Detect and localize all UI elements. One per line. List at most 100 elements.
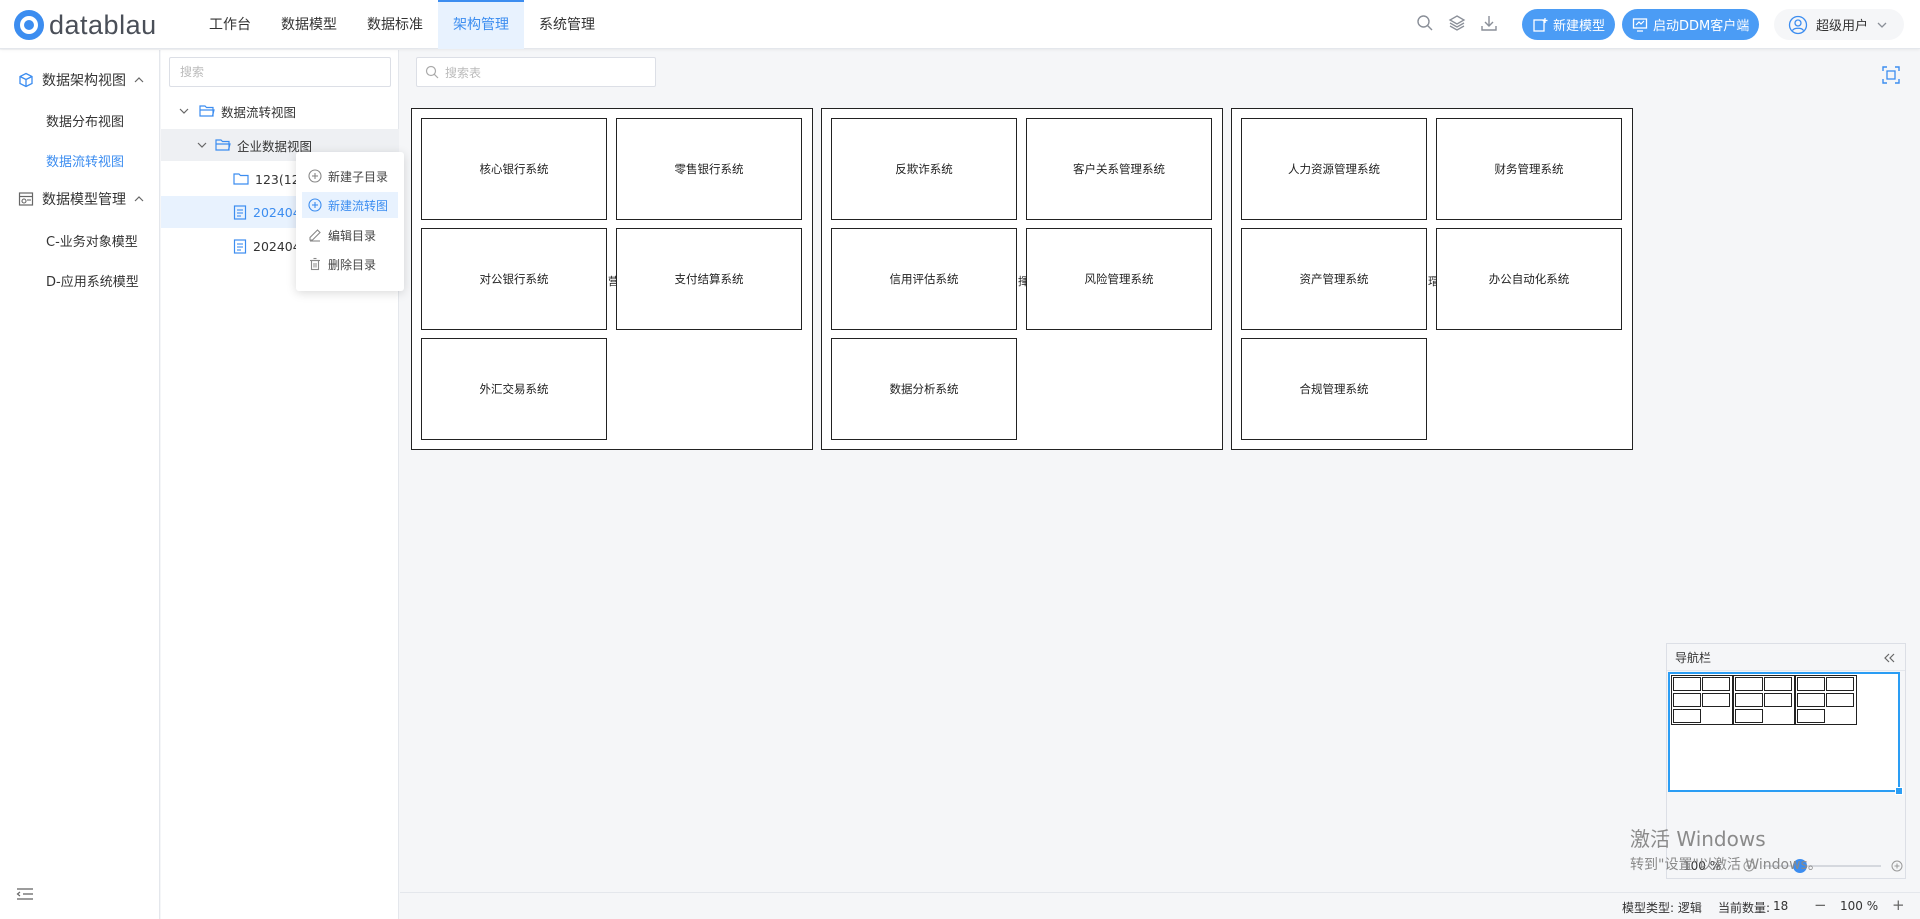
system-node[interactable]: 外汇交易系统 <box>421 338 607 440</box>
system-node[interactable]: 数据分析系统 <box>831 338 1017 440</box>
new-model-label: 新建模型 <box>1553 19 1606 34</box>
collapse-menu-icon[interactable] <box>16 887 34 901</box>
system-node[interactable]: 支付结算系统 <box>616 228 802 330</box>
folder-open-icon <box>215 139 231 151</box>
sidebar-group-architecture[interactable]: 数据架构视图 <box>18 70 144 90</box>
fit-screen-icon[interactable] <box>1882 66 1900 84</box>
chevron-down-icon[interactable] <box>197 140 207 150</box>
search-icon <box>425 65 439 79</box>
minimap-node <box>1826 693 1854 707</box>
nav-item-system[interactable]: 系统管理 <box>524 0 610 49</box>
system-node[interactable]: 反欺诈系统 <box>831 118 1017 220</box>
ddm-client-label: 启动DDM客户端 <box>1653 19 1750 34</box>
monitor-icon <box>1632 17 1648 32</box>
top-icons <box>1415 13 1499 33</box>
zoom-in-icon[interactable] <box>1891 860 1903 872</box>
minimap-viewport[interactable] <box>1668 672 1903 795</box>
sidebar-group-label: 数据模型管理 <box>42 192 126 208</box>
chevron-down-icon <box>1877 22 1887 28</box>
minimap-node <box>1735 677 1763 691</box>
logo-mark <box>14 10 44 40</box>
menu-item-label: 新建流转图 <box>328 198 389 213</box>
count-value: 18 <box>1773 899 1789 913</box>
sidebar-group-model-management[interactable]: 数据模型管理 <box>18 189 144 209</box>
cube-icon <box>19 72 33 88</box>
plus-circle-icon <box>308 198 322 212</box>
minimap-node <box>1764 677 1792 691</box>
new-model-icon <box>1533 17 1548 32</box>
user-menu[interactable]: 超级用户 <box>1774 9 1904 40</box>
model-icon <box>18 192 34 206</box>
plus-circle-icon <box>308 169 322 183</box>
system-node[interactable]: 办公自动化系统 <box>1436 228 1622 330</box>
tree-node-label: 202404 <box>253 238 301 254</box>
system-node[interactable]: 风险管理系统 <box>1026 228 1212 330</box>
minimap-node <box>1764 693 1792 707</box>
document-icon <box>233 238 247 254</box>
system-node[interactable]: 财务管理系统 <box>1436 118 1622 220</box>
sidebar-item-app-system-model[interactable]: D-应用系统模型 <box>46 271 139 290</box>
watermark-line-1: 激活 Windows <box>1630 827 1766 851</box>
document-icon <box>233 204 247 220</box>
system-node[interactable]: 人力资源管理系统 <box>1241 118 1427 220</box>
minimap-node <box>1673 709 1701 723</box>
zoom-in-button[interactable]: + <box>1892 896 1905 914</box>
context-menu: 新建子目录 新建流转图 编辑目录 删除目录 <box>296 152 404 291</box>
main-nav: 工作台 数据模型 数据标准 架构管理 系统管理 <box>194 0 610 49</box>
system-node[interactable]: 核心银行系统 <box>421 118 607 220</box>
layers-icon[interactable] <box>1447 13 1467 33</box>
ddm-client-button[interactable]: 启动DDM客户端 <box>1622 9 1760 40</box>
sidebar-item-distribution-view[interactable]: 数据分布视图 <box>46 111 124 130</box>
tree-node-label: 123(12 <box>255 171 300 187</box>
count-label: 当前数量: <box>1718 901 1771 915</box>
chevron-up-icon <box>134 77 144 83</box>
minimap-node <box>1702 693 1730 707</box>
chevron-down-icon[interactable] <box>179 106 189 116</box>
status-bar: 模型类型: 逻辑 当前数量: 18 − 100 % + <box>400 892 1920 919</box>
user-avatar-icon <box>1788 15 1808 34</box>
tree-search-input[interactable]: 搜索 <box>169 57 391 87</box>
minimap-node <box>1797 693 1825 707</box>
sidebar-item-flow-view[interactable]: 数据流转视图 <box>46 151 124 170</box>
zoom-out-button[interactable]: − <box>1814 896 1827 914</box>
chevron-up-icon <box>134 196 144 202</box>
new-model-button[interactable]: 新建模型 <box>1522 9 1616 40</box>
menu-item-delete-directory[interactable]: 删除目录 <box>302 251 398 277</box>
system-group-1[interactable]: 核心银行系统 零售银行系统 对公银行系统 营 支付结算系统 外汇交易系统 <box>411 108 813 450</box>
collapse-double-arrow-icon[interactable] <box>1883 653 1895 663</box>
user-name: 超级用户 <box>1816 19 1869 34</box>
search-icon[interactable] <box>1415 13 1435 33</box>
zoom-value: 100 % <box>1840 899 1879 913</box>
nav-item-architecture[interactable]: 架构管理 <box>438 0 524 49</box>
sidebar-item-business-object-model[interactable]: C-业务对象模型 <box>46 231 138 250</box>
minimap-node <box>1702 677 1730 691</box>
system-node[interactable]: 对公银行系统 <box>421 228 607 330</box>
nav-item-data-model[interactable]: 数据模型 <box>266 0 352 49</box>
logo[interactable]: datablau <box>14 10 157 40</box>
minimap-node <box>1735 693 1763 707</box>
system-node[interactable]: 资产管理系统 <box>1241 228 1427 330</box>
menu-item-edit-directory[interactable]: 编辑目录 <box>302 222 398 248</box>
edit-icon <box>309 229 321 242</box>
system-node[interactable]: 信用评估系统 <box>831 228 1017 330</box>
sidebar: 数据架构视图 数据分布视图 数据流转视图 数据模型管理 C-业务对象模型 D-应… <box>0 50 160 919</box>
system-group-3[interactable]: 人力资源管理系统 财务管理系统 资产管理系统 瑁 办公自动化系统 合规管理系统 <box>1231 108 1633 450</box>
table-search-input[interactable]: 搜索表 <box>416 57 656 87</box>
sidebar-group-label: 数据架构视图 <box>42 73 126 89</box>
minimap-resize-handle[interactable] <box>1895 787 1903 795</box>
download-icon[interactable] <box>1479 13 1499 33</box>
navigation-panel-title: 导航栏 <box>1675 650 1712 665</box>
nav-item-data-standard[interactable]: 数据标准 <box>352 0 438 49</box>
menu-item-new-subdirectory[interactable]: 新建子目录 <box>302 163 398 189</box>
minimap-node <box>1673 677 1701 691</box>
trash-icon <box>310 257 320 271</box>
system-node[interactable]: 合规管理系统 <box>1241 338 1427 440</box>
tree-node-root[interactable]: 数据流转视图 <box>161 95 399 127</box>
system-group-2[interactable]: 反欺诈系统 客户关系管理系统 信用评估系统 揮 风险管理系统 数据分析系统 <box>821 108 1223 450</box>
system-node[interactable]: 零售银行系统 <box>616 118 802 220</box>
menu-item-label: 删除目录 <box>328 257 377 272</box>
nav-item-workbench[interactable]: 工作台 <box>194 0 266 49</box>
menu-item-new-flow-diagram[interactable]: 新建流转图 <box>302 192 398 218</box>
minimap-node <box>1673 693 1701 707</box>
system-node[interactable]: 客户关系管理系统 <box>1026 118 1212 220</box>
